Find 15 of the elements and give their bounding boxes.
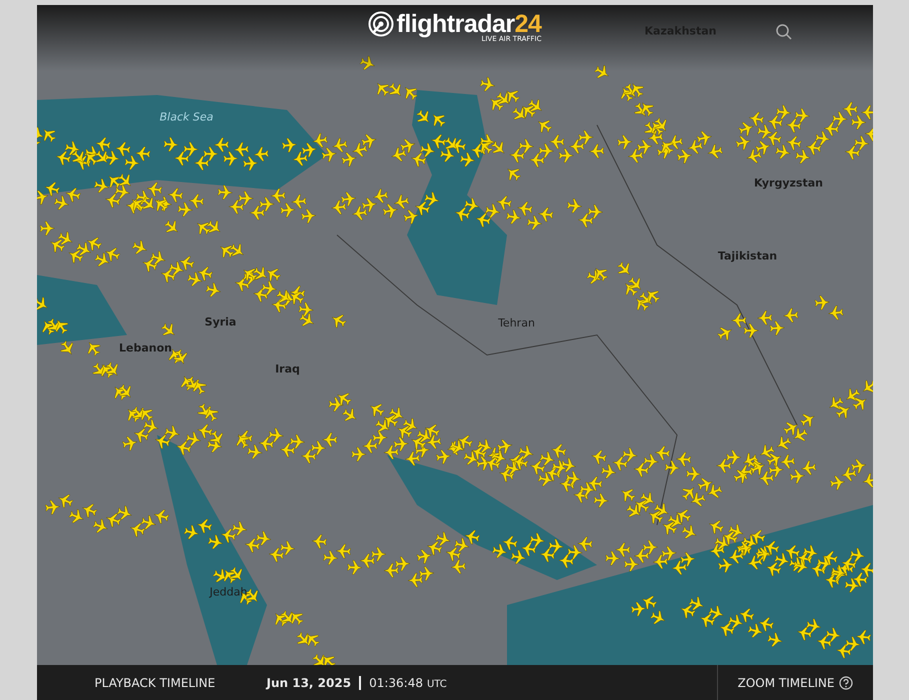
map-label: Tehran (498, 316, 535, 330)
map-label: Kyrgyzstan (754, 176, 823, 190)
search-icon[interactable] (774, 23, 792, 41)
map-label: Tajikistan (718, 250, 778, 262)
map-label: Jeddah (210, 586, 248, 598)
map-label: Iraq (275, 362, 300, 376)
map-label: Black Sea (160, 110, 214, 124)
time-text: 01:36:48 UTC (368, 676, 447, 690)
radar-icon (368, 11, 394, 37)
zoom-timeline-button[interactable]: ZOOM TIMELINE (716, 665, 872, 700)
help-icon (838, 676, 852, 690)
playback-timeline-label[interactable]: PLAYBACK TIMELINE (36, 676, 266, 690)
date-text: Jun 13, 2025 (266, 676, 362, 690)
map-label: Lebanon (119, 342, 172, 354)
map-label: Syria (204, 316, 236, 328)
